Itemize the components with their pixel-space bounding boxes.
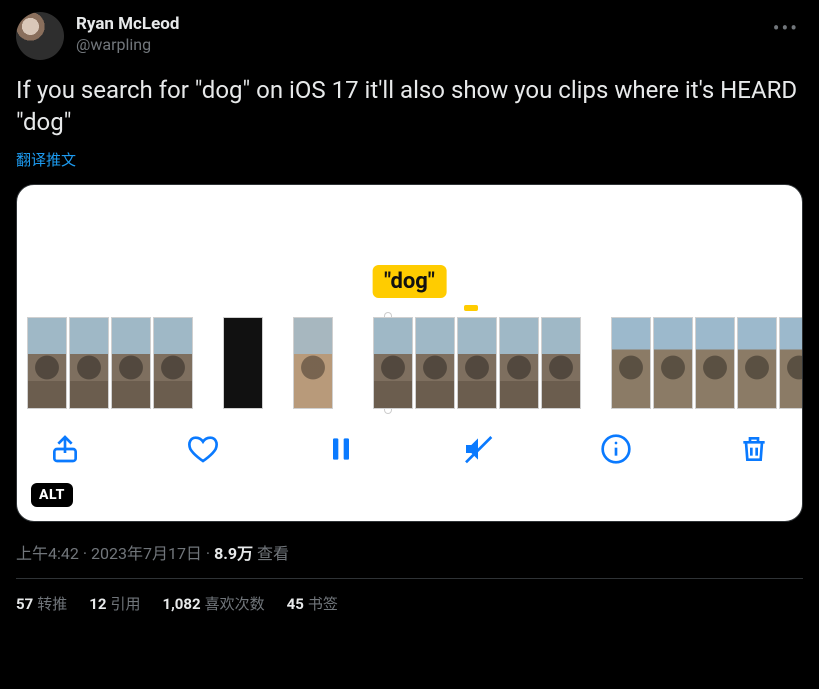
translate-link[interactable]: 翻译推文	[16, 149, 803, 170]
share-icon[interactable]	[45, 429, 85, 469]
clip-group-3[interactable]	[293, 317, 333, 409]
clip-strip	[17, 317, 802, 409]
bookmarks-stat[interactable]: 45书签	[287, 593, 338, 614]
trash-icon[interactable]	[734, 429, 774, 469]
clip-frame	[293, 317, 333, 409]
handle: @warpling	[76, 35, 179, 55]
clip-frame	[499, 317, 539, 409]
clip-frame	[111, 317, 151, 409]
views-label: 查看	[253, 544, 289, 563]
retweets-stat[interactable]: 57转推	[16, 593, 67, 614]
clip-frame	[415, 317, 455, 409]
more-icon[interactable]: •••	[769, 12, 803, 44]
clip-frame	[779, 317, 803, 409]
media-card[interactable]: "dog"	[16, 184, 803, 522]
media-toolbar	[17, 409, 802, 469]
clip-frame	[695, 317, 735, 409]
meta-time[interactable]: 上午4:42	[16, 544, 79, 563]
clip-frame	[27, 317, 67, 409]
clip-frame	[223, 317, 263, 409]
avatar[interactable]	[16, 12, 64, 60]
info-icon[interactable]	[596, 429, 636, 469]
display-name: Ryan McLeod	[76, 14, 179, 35]
heart-icon[interactable]	[183, 429, 223, 469]
quotes-stat[interactable]: 12引用	[89, 593, 140, 614]
meta-date[interactable]: 2023年7月17日	[91, 544, 202, 563]
clip-group-1[interactable]	[27, 317, 193, 409]
clip-frame	[69, 317, 109, 409]
clip-frame	[457, 317, 497, 409]
alt-badge[interactable]: ALT	[31, 483, 73, 507]
clip-frame	[737, 317, 777, 409]
clip-frame	[541, 317, 581, 409]
tweet-container: Ryan McLeod @warpling ••• If you search …	[0, 0, 819, 624]
tweet-stats: 57转推 12引用 1,082喜欢次数 45书签	[16, 593, 803, 624]
clip-frame	[373, 317, 413, 409]
search-tag: "dog"	[372, 265, 447, 298]
search-tag-tick	[464, 305, 478, 311]
pause-icon[interactable]	[321, 429, 361, 469]
author-names[interactable]: Ryan McLeod @warpling	[76, 14, 179, 55]
mute-icon[interactable]	[458, 429, 498, 469]
divider	[16, 578, 803, 579]
media-top: "dog"	[17, 185, 802, 317]
views-count: 8.9万	[214, 544, 253, 563]
clip-group-2[interactable]	[223, 317, 263, 409]
tweet-meta: 上午4:42 · 2023年7月17日 · 8.9万 查看	[16, 540, 803, 564]
clip-frame	[653, 317, 693, 409]
clip-group-5[interactable]	[611, 317, 803, 409]
likes-stat[interactable]: 1,082喜欢次数	[162, 593, 264, 614]
tweet-text: If you search for "dog" on iOS 17 it'll …	[16, 74, 803, 139]
clip-frame	[153, 317, 193, 409]
clip-group-4[interactable]	[373, 317, 581, 409]
clip-frame	[611, 317, 651, 409]
tweet-header: Ryan McLeod @warpling •••	[16, 12, 803, 60]
